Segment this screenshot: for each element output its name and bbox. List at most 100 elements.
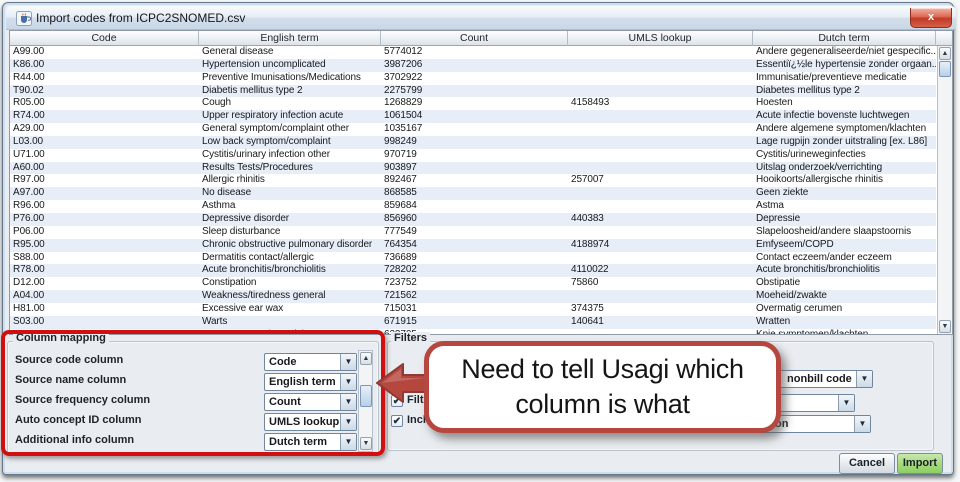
table-row[interactable]: A29.00General symptom/complaint other103… <box>10 123 936 136</box>
table-cell: A04.00 <box>10 290 199 303</box>
table-row[interactable]: P76.00Depressive disorder856960440383Dep… <box>10 213 936 226</box>
table-row[interactable]: L15.00Knee symptom/complaint623705Knie s… <box>10 329 936 335</box>
table-row[interactable]: R78.00Acute bronchitis/bronchiolitis7282… <box>10 264 936 277</box>
table-cell: Contact eczeem/ander eczeem <box>753 252 936 265</box>
table-cell: Obstipatie <box>753 277 936 290</box>
chevron-down-icon[interactable]: ▼ <box>340 374 356 390</box>
import-button[interactable]: Import <box>897 453 943 474</box>
table-body: A99.00General disease5774012Andere gegen… <box>10 46 936 335</box>
mapping-combobox[interactable]: English term ▼ <box>264 373 357 391</box>
table-row[interactable]: T90.02Diabetis mellitus type 22275799Dia… <box>10 85 936 98</box>
table-cell: Allergic rhinitis <box>199 174 381 187</box>
table-cell: Weakness/tiredness general <box>199 290 381 303</box>
table-cell: R78.00 <box>10 264 199 277</box>
mapping-combobox[interactable]: Count▼ <box>264 393 357 411</box>
table-cell: L03.00 <box>10 136 199 149</box>
table-row[interactable]: P06.00Sleep disturbance777549Slapelooshe… <box>10 226 936 239</box>
mapping-scroll-thumb[interactable] <box>360 385 372 407</box>
column-header-code[interactable]: Code <box>10 31 199 46</box>
table-cell: 140641 <box>568 316 753 329</box>
chevron-down-icon[interactable]: ▼ <box>856 371 872 387</box>
mapping-combobox[interactable]: Code ▼ <box>264 353 357 371</box>
mapping-combobox[interactable]: Dutch term ▼ <box>264 433 357 451</box>
table-row[interactable]: R95.00Chronic obstructive pulmonary diso… <box>10 239 936 252</box>
chevron-down-icon[interactable]: ▼ <box>340 354 356 370</box>
table-row[interactable]: L03.00Low back symptom/complaint998249La… <box>10 136 936 149</box>
table-header: CodeEnglish termCountUMLS lookupDutch te… <box>10 31 952 46</box>
table-cell: Diabetis mellitus type 2 <box>199 85 381 98</box>
table-row[interactable]: A97.00No disease868585Geen ziekte <box>10 187 936 200</box>
column-header-english-term[interactable]: English term <box>199 31 381 46</box>
table-cell: S88.00 <box>10 252 199 265</box>
callout-text: Need to tell Usagi which column is what <box>429 352 776 422</box>
table-row[interactable]: R05.00Cough12688294158493Hoesten <box>10 97 936 110</box>
combobox-value: Dutch term <box>269 435 327 450</box>
table-cell: Warts <box>199 316 381 329</box>
window-title: Import codes from ICPC2SNOMED.csv <box>36 11 245 25</box>
table-cell: Andere gegeneraliseerde/niet gespecific.… <box>753 46 936 59</box>
table-cell: Moeheid/zwakte <box>753 290 936 303</box>
table-row[interactable]: H81.00Excessive ear wax715031374375Overm… <box>10 303 936 316</box>
table-row[interactable]: R97.00Allergic rhinitis892467257007Hooik… <box>10 174 936 187</box>
table-cell: Chronic obstructive pulmonary disorder <box>199 239 381 252</box>
chevron-down-icon[interactable]: ▼ <box>340 434 356 450</box>
table-cell: 777549 <box>381 226 568 239</box>
table-row[interactable]: S88.00Dermatitis contact/allergic736689C… <box>10 252 936 265</box>
table-cell: Knie symptomen/klachten <box>753 329 936 335</box>
mapping-scroll-up-button[interactable]: ▲ <box>360 352 372 365</box>
table-cell: 856960 <box>381 213 568 226</box>
table-row[interactable]: S03.00Warts671915140641Wratten <box>10 316 936 329</box>
chevron-down-icon[interactable]: ▼ <box>340 394 356 410</box>
scroll-up-button[interactable]: ▲ <box>939 47 951 60</box>
mapping-scroll-down-button[interactable]: ▼ <box>360 437 372 450</box>
combobox-value: English term <box>269 375 336 390</box>
table-cell: 1061504 <box>381 110 568 123</box>
table-cell <box>568 226 753 239</box>
table-row[interactable]: U71.00Cystitis/urinary infection other97… <box>10 149 936 162</box>
mapping-combobox[interactable]: UMLS lookup▼ <box>264 413 357 431</box>
table-cell: Asthma <box>199 200 381 213</box>
table-row[interactable]: R96.00Asthma859684Astma <box>10 200 936 213</box>
table-cell: Results Tests/Procedures <box>199 162 381 175</box>
table-cell: R44.00 <box>10 72 199 85</box>
mapping-label: Auto concept ID column <box>15 412 142 429</box>
table-row[interactable]: K86.00Hypertension uncomplicated3987206E… <box>10 59 936 72</box>
chevron-down-icon[interactable]: ▼ <box>838 395 854 411</box>
column-header-umls-lookup[interactable]: UMLS lookup <box>568 31 753 46</box>
screenshot-stage: Import codes from ICPC2SNOMED.csv x Code… <box>0 0 960 482</box>
table-row[interactable]: A04.00Weakness/tiredness general721562 Mo… <box>10 290 936 303</box>
title-bar[interactable]: Import codes from ICPC2SNOMED.csv x <box>6 6 956 30</box>
table-cell: 4110022 <box>568 264 753 277</box>
callout-bubble: Need to tell Usagi which column is what <box>424 341 781 433</box>
close-button[interactable]: x <box>910 8 952 28</box>
column-header-dutch-term[interactable]: Dutch term <box>753 31 936 46</box>
chevron-down-icon[interactable]: ▼ <box>854 416 870 432</box>
table-cell: Andere algemene symptomen/klachten <box>753 123 936 136</box>
table-cell: 374375 <box>568 303 753 316</box>
table-cell: Uitslag onderzoek/verrichting <box>753 162 936 175</box>
table-row[interactable]: R74.00Upper respiratory infection acute1… <box>10 110 936 123</box>
table-cell: Cough <box>199 97 381 110</box>
table-cell: 1268829 <box>381 97 568 110</box>
table-cell: Essentiï¿½le hypertensie zonder orgaan..… <box>753 59 936 72</box>
table-row[interactable]: D12.00Constipation72375275860Obstipatie <box>10 277 936 290</box>
table-row[interactable]: A60.00Results Tests/Procedures903897Uits… <box>10 162 936 175</box>
table-cell: P06.00 <box>10 226 199 239</box>
table-row[interactable]: A99.00General disease5774012Andere gegen… <box>10 46 936 59</box>
table-cell: A29.00 <box>10 123 199 136</box>
combobox-value: UMLS lookup <box>269 415 339 430</box>
cancel-button[interactable]: Cancel <box>839 453 895 474</box>
table-cell: Preventive Imunisations/Medications <box>199 72 381 85</box>
table-row[interactable]: R44.00Preventive Imunisations/Medication… <box>10 72 936 85</box>
filter-checkbox[interactable]: ✔ <box>391 415 403 427</box>
combobox-value: Code <box>269 355 297 370</box>
column-header-count[interactable]: Count <box>381 31 568 46</box>
scroll-thumb[interactable] <box>939 61 951 77</box>
table-cell: 721562 <box>381 290 568 303</box>
table-cell <box>568 136 753 149</box>
scroll-down-button[interactable]: ▼ <box>939 320 951 333</box>
mapping-scrollbar[interactable]: ▲ ▼ <box>358 350 373 452</box>
table-vertical-scrollbar[interactable]: ▲ ▼ <box>937 46 952 335</box>
table-cell: Immunisatie/preventieve medicatie <box>753 72 936 85</box>
chevron-down-icon[interactable]: ▼ <box>340 414 356 430</box>
